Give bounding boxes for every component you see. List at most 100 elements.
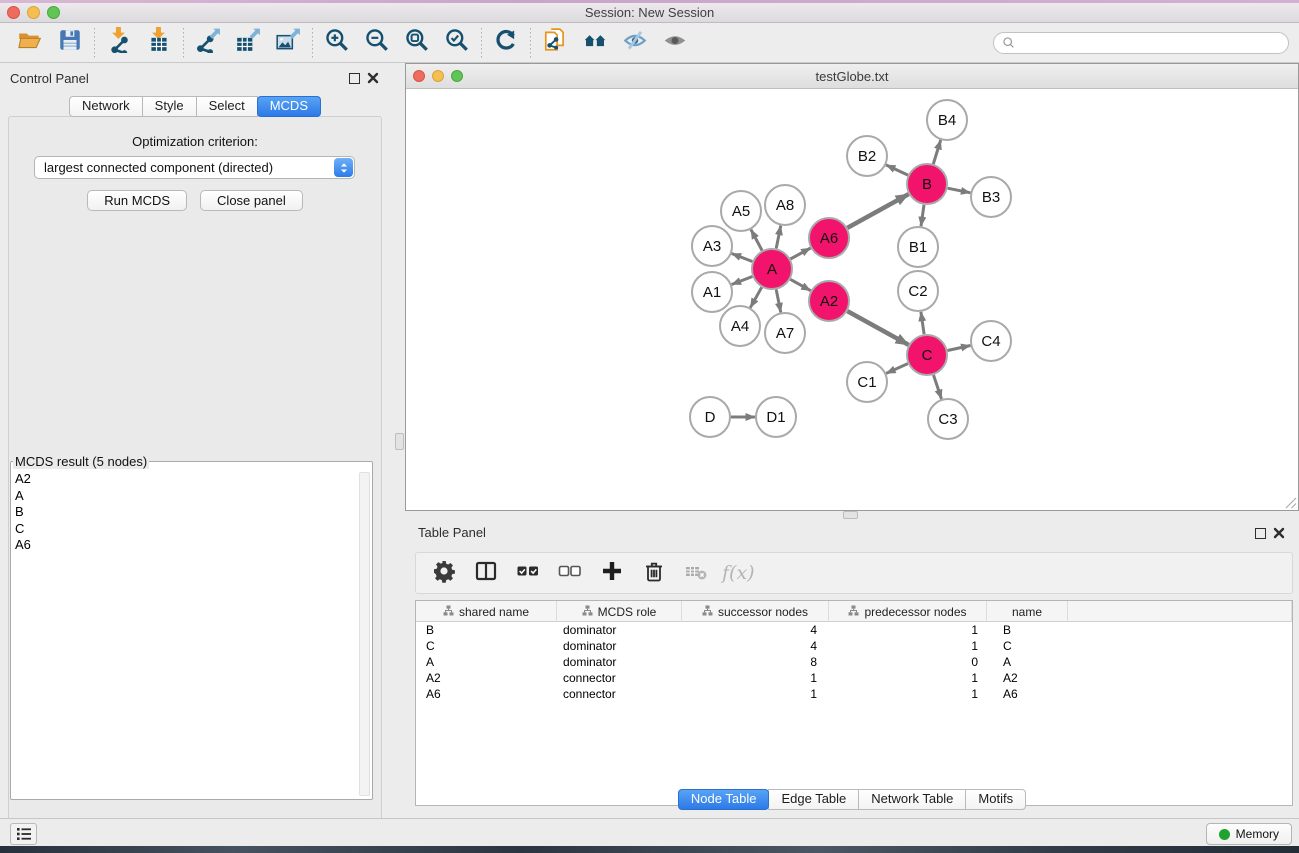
table-row[interactable]: A2connector11A2 [416,670,1292,686]
export-image-button[interactable] [268,25,308,61]
tab-node-table[interactable]: Node Table [678,789,770,810]
criterion-dropdown[interactable]: largest connected component (directed) [34,156,355,179]
export-table-button[interactable] [228,25,268,61]
result-scrollbar[interactable] [359,472,370,796]
resize-grip-icon[interactable] [1284,496,1297,509]
table-cell[interactable]: connector [557,670,682,686]
mcds-result-item[interactable]: A [15,488,354,505]
columns-button[interactable] [468,555,504,591]
eye-button[interactable] [655,25,695,61]
graph-edge-C-C4[interactable] [948,346,971,351]
houses-button[interactable] [575,25,615,61]
tab-motifs[interactable]: Motifs [965,789,1026,810]
table-cell[interactable]: 4 [682,638,829,654]
close-panel-icon[interactable] [367,72,379,84]
graph-edge-A2-C[interactable] [847,311,908,345]
add-row-button[interactable] [594,555,630,591]
column-header-predecessor-nodes[interactable]: predecessor nodes [829,601,987,622]
graph-edge-B-B3[interactable] [948,188,971,193]
table-cell[interactable]: C [416,638,557,654]
eye-slash-button[interactable] [615,25,655,61]
mcds-result-item[interactable]: C [15,521,354,538]
table-cell[interactable]: 1 [682,686,829,702]
open-file-button[interactable] [10,25,50,61]
float-table-panel-icon[interactable] [1255,528,1266,539]
graph-edge-B-B2[interactable] [886,165,908,175]
graph-edge-A-A3[interactable] [732,254,753,262]
table-cell[interactable]: A2 [987,670,1068,686]
graph-edge-B-B4[interactable] [933,140,940,164]
table-cell[interactable]: A6 [987,686,1068,702]
table-cell[interactable]: A [987,654,1068,670]
table-cell[interactable]: dominator [557,654,682,670]
table-cell[interactable]: A [416,654,557,670]
column-header-MCDS-role[interactable]: MCDS role [557,601,682,622]
graph-edge-C-C3[interactable] [934,375,942,399]
table-cell[interactable]: 1 [829,670,987,686]
column-header-name[interactable]: name [987,601,1068,622]
mcds-result-item[interactable]: A2 [15,471,354,488]
graph-edge-A-A2[interactable] [790,279,810,290]
graph-edge-A-A6[interactable] [790,248,810,259]
float-panel-icon[interactable] [349,73,360,84]
close-table-panel-icon[interactable] [1273,527,1285,539]
tab-style[interactable]: Style [142,96,197,117]
table-cell[interactable]: 4 [682,622,829,638]
trash-button[interactable] [636,555,672,591]
table-cell[interactable] [1068,654,1292,670]
memory-button[interactable]: Memory [1206,823,1292,845]
table-cell[interactable]: B [987,622,1068,638]
table-cell[interactable]: 1 [829,638,987,654]
zoom-fit-button[interactable] [397,25,437,61]
horizontal-splitter-handle[interactable] [843,511,858,519]
table-row[interactable]: Adominator80A [416,654,1292,670]
table-cell[interactable]: dominator [557,638,682,654]
graph-edge-A-A8[interactable] [776,226,781,249]
gear-button[interactable] [426,555,462,591]
graph-edge-A-A1[interactable] [732,277,753,285]
graph-edge-B-B1[interactable] [921,205,924,226]
graph-edge-C-C2[interactable] [921,312,924,334]
export-network-button[interactable] [188,25,228,61]
table-cell[interactable] [1068,686,1292,702]
table-cell[interactable]: A2 [416,670,557,686]
table-row[interactable]: Cdominator41C [416,638,1292,654]
graph-edge-C-C1[interactable] [886,364,908,374]
graph-edge-A-A7[interactable] [776,290,781,313]
tab-mcds[interactable]: MCDS [257,96,321,117]
refresh-button[interactable] [486,25,526,61]
tab-network-table[interactable]: Network Table [858,789,966,810]
clone-network-button[interactable] [535,25,575,61]
tab-edge-table[interactable]: Edge Table [768,789,859,810]
vertical-splitter-handle[interactable] [395,433,404,450]
table-cell[interactable]: 1 [829,686,987,702]
save-session-button[interactable] [50,25,90,61]
network-canvas[interactable]: B4B2BB3A5A8A6A3AB1A1A2C2A4A7C4CC1DD1C3 [406,89,1298,510]
table-cell[interactable]: C [987,638,1068,654]
tab-network[interactable]: Network [69,96,143,117]
table-cell[interactable]: 1 [829,622,987,638]
column-header-successor-nodes[interactable]: successor nodes [682,601,829,622]
table-cell[interactable] [1068,622,1292,638]
table-row[interactable]: Bdominator41B [416,622,1292,638]
table-cell[interactable]: 1 [682,670,829,686]
zoom-out-button[interactable] [357,25,397,61]
table-cell[interactable]: A6 [416,686,557,702]
table-cell[interactable]: dominator [557,622,682,638]
search-box[interactable] [993,32,1289,54]
table-cell[interactable]: 8 [682,654,829,670]
mcds-result-item[interactable]: B [15,504,354,521]
column-header-shared-name[interactable]: shared name [416,601,557,622]
graph-edge-A6-B[interactable] [847,194,908,228]
check-all-button[interactable] [510,555,546,591]
graph-edge-A-A4[interactable] [750,287,761,307]
graph-edge-A-A5[interactable] [751,230,762,251]
import-table-button[interactable] [139,25,179,61]
table-row[interactable]: A6connector11A6 [416,686,1292,702]
mcds-result-item[interactable]: A6 [15,537,354,554]
close-panel-button[interactable]: Close panel [200,190,303,211]
zoom-in-button[interactable] [317,25,357,61]
zoom-selected-button[interactable] [437,25,477,61]
tab-select[interactable]: Select [196,96,258,117]
table-cell[interactable]: 0 [829,654,987,670]
